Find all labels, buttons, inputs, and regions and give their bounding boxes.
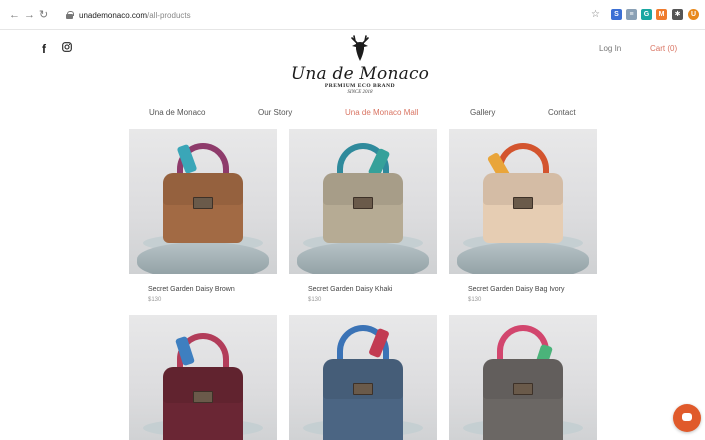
facebook-icon[interactable]: f	[42, 42, 46, 56]
instagram-icon[interactable]	[62, 41, 72, 55]
nav-item-gallery[interactable]: Gallery	[470, 108, 495, 117]
ext-teal-icon[interactable]: G	[641, 9, 652, 20]
product-image[interactable]	[289, 129, 437, 274]
product-price: $130	[308, 297, 322, 303]
cart-link[interactable]: Cart (0)	[650, 44, 677, 53]
product-image[interactable]	[289, 315, 437, 440]
product-name[interactable]: Secret Garden Daisy Khaki	[289, 285, 437, 294]
logo-wordmark: Una de Monaco	[290, 64, 430, 84]
handbag-khaki	[323, 173, 403, 243]
nav-item-contact[interactable]: Contact	[548, 108, 576, 117]
product-card[interactable]	[289, 315, 437, 440]
handbag-grey	[483, 359, 563, 440]
url-path: /all-products	[147, 10, 191, 20]
url-host: unademonaco.com	[79, 10, 148, 20]
address-bar[interactable]: unademonaco.com/all-products	[66, 5, 581, 25]
product-image[interactable]	[129, 315, 277, 440]
product-image[interactable]	[449, 129, 597, 274]
nav-item-our-story[interactable]: Our Story	[258, 108, 292, 117]
product-card[interactable]	[129, 315, 277, 440]
ext-puzzle-icon[interactable]: ✱	[672, 9, 683, 20]
handbag-ivory	[483, 173, 563, 243]
login-link[interactable]: Log In	[599, 44, 621, 53]
handbag-brown	[163, 173, 243, 243]
deer-head-icon	[351, 35, 369, 61]
product-image[interactable]	[449, 315, 597, 440]
product-card[interactable]: Secret Garden Daisy Khaki $130	[289, 129, 437, 304]
back-arrow-icon[interactable]: ←	[9, 9, 20, 21]
ext-orange-icon[interactable]: M	[656, 9, 667, 20]
reload-icon[interactable]: ↻	[39, 9, 48, 21]
logo-tagline: PREMIUM ECO BRAND	[324, 83, 396, 89]
brand-logo[interactable]: Una de Monaco PREMIUM ECO BRAND SINCE 20…	[290, 34, 430, 104]
bookmark-star-icon[interactable]: ☆	[591, 9, 600, 21]
browser-toolbar: ← → ↻ unademonaco.com/all-products ☆ S ≡…	[0, 0, 705, 30]
product-card[interactable]: Secret Garden Daisy Bag Ivory $130	[449, 129, 597, 304]
chat-bubble-icon[interactable]	[673, 404, 701, 432]
handbag-blue	[323, 359, 403, 440]
handbag-burgundy	[163, 367, 243, 440]
ext-grid-icon[interactable]: ≡	[626, 9, 637, 20]
profile-avatar-icon[interactable]: U	[688, 9, 699, 20]
product-card[interactable]	[449, 315, 597, 440]
product-name[interactable]: Secret Garden Daisy Brown	[129, 285, 277, 294]
forward-arrow-icon[interactable]: →	[24, 9, 35, 21]
product-price: $130	[468, 297, 482, 303]
product-name[interactable]: Secret Garden Daisy Bag Ivory	[449, 285, 597, 294]
product-image[interactable]	[129, 129, 277, 274]
product-price: $130	[148, 297, 162, 303]
lock-icon	[66, 11, 74, 19]
logo-since: SINCE 2018	[347, 90, 373, 95]
nav-item-mall[interactable]: Una de Monaco Mall	[345, 108, 418, 117]
ext-blue-icon[interactable]: S	[611, 9, 622, 20]
nav-item-una-de-monaco[interactable]: Una de Monaco	[149, 108, 205, 117]
product-card[interactable]: Secret Garden Daisy Brown $130	[129, 129, 277, 304]
